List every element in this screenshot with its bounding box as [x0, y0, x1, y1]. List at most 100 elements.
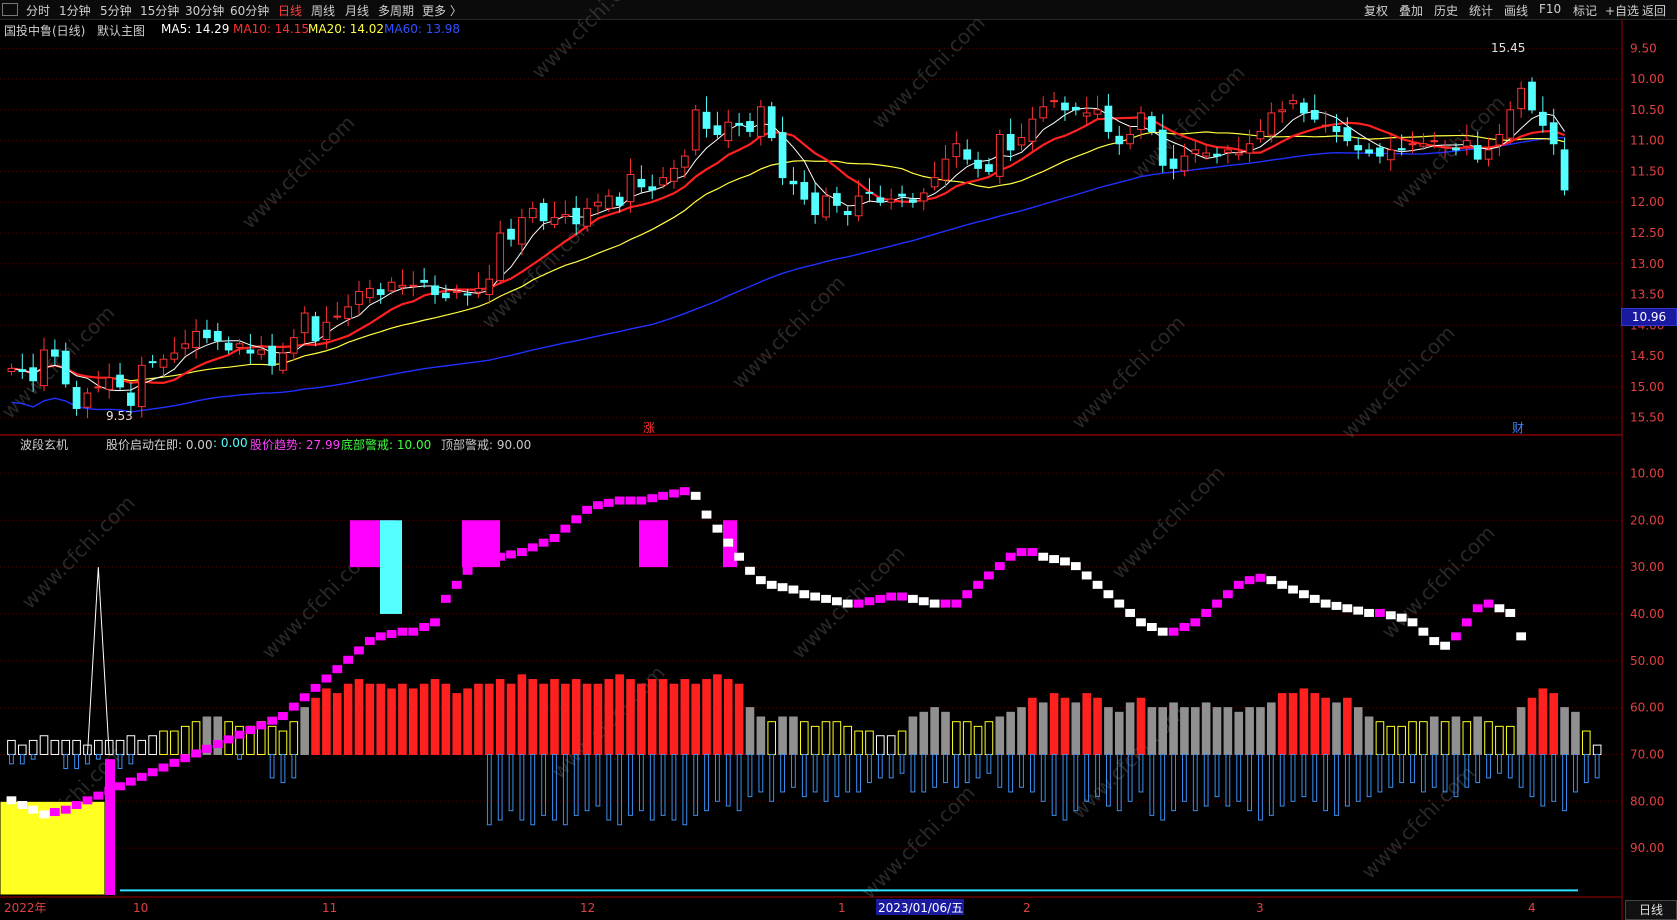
volume-bar [506, 683, 516, 755]
candle-body [1278, 109, 1287, 113]
negative-bar [291, 753, 297, 779]
trend-step [278, 712, 288, 720]
trend-step [234, 730, 245, 739]
trend-step [1407, 618, 1418, 627]
negative-bar [1583, 753, 1589, 784]
volume-bar [332, 693, 342, 755]
trend-step [864, 597, 875, 606]
volume-bar [365, 683, 375, 755]
trend-step [147, 768, 158, 777]
ma5-legend: MA5: 14.29 [161, 22, 230, 36]
volume-bar [495, 679, 505, 755]
candle-body [572, 207, 581, 225]
trend-step [1212, 599, 1222, 608]
watermark-text: www.cfchi.com [857, 781, 980, 904]
y-tick-label: 20.00 [1630, 513, 1664, 527]
signal-block [639, 520, 668, 568]
trend-step [831, 597, 842, 606]
negative-bar [649, 753, 655, 821]
trend-step [440, 594, 451, 603]
moving-averages [11, 107, 1565, 413]
volume-bar [854, 730, 863, 755]
candle-body [930, 177, 939, 188]
indicator-value-5: 顶部警戒: 90.00 [441, 438, 532, 452]
y-tick-label: 40.00 [1630, 607, 1664, 621]
volume-bar [1017, 707, 1026, 755]
volume-bar [962, 721, 972, 755]
trend-step [853, 599, 864, 608]
candle-body [1093, 109, 1102, 115]
candle-body [952, 143, 961, 158]
volume-bar [1104, 707, 1113, 755]
negative-bar [1410, 753, 1415, 784]
trend-step [745, 566, 755, 575]
candle-body [713, 125, 722, 135]
volume-bar [832, 721, 842, 755]
volume-bar [756, 716, 766, 755]
trend-step [343, 655, 354, 664]
trend-step [49, 808, 60, 817]
volume-bar [311, 697, 320, 755]
watermark-text: www.cfchi.com [17, 491, 140, 614]
negative-bar [1062, 753, 1068, 821]
candle-body [659, 177, 667, 186]
y-tick-label: 13.00 [1630, 257, 1664, 271]
trend-step [1472, 604, 1483, 613]
negative-bar [867, 753, 872, 784]
trend-step [288, 702, 299, 711]
candle-body [1137, 112, 1145, 131]
negative-bar [769, 753, 775, 802]
negative-bar [128, 753, 134, 765]
candle-body [496, 232, 505, 281]
trend-step [1103, 590, 1114, 599]
trend-step [712, 524, 723, 533]
volume-bar [1353, 707, 1363, 755]
indicator-name[interactable]: 波段玄机 [20, 436, 68, 453]
candle-body [1560, 149, 1569, 191]
negative-bar [486, 753, 492, 826]
trend-step [1233, 580, 1244, 589]
trend-step [723, 538, 734, 547]
trend-step [1396, 613, 1407, 622]
trend-step [908, 594, 918, 603]
indicator-value-2: : 0.00 [213, 436, 248, 450]
trend-step [1320, 599, 1331, 608]
volume-bar [408, 688, 418, 755]
chart-canvas[interactable]: www.cfchi.com www.cfchi.com www.cfchi.com w… [0, 0, 1677, 920]
period-tab-bottom[interactable]: 日线 [1625, 900, 1677, 920]
negative-bar [1247, 753, 1252, 812]
template-label[interactable]: 默认主图 [97, 22, 145, 39]
trend-step [1049, 555, 1059, 564]
negative-bar [888, 753, 894, 779]
marker-zhang: 涨 [643, 421, 656, 435]
candle-body [431, 285, 439, 296]
volume-bar [1125, 702, 1135, 755]
trend-step [1070, 562, 1081, 571]
volume-bar [148, 735, 157, 755]
volume-bar [1201, 702, 1211, 755]
date-label: 12 [580, 901, 595, 915]
volume-bar [1560, 707, 1569, 755]
candle-body [246, 349, 255, 354]
candle-body [105, 377, 114, 390]
volume-bar [1256, 707, 1265, 755]
volume-bar [180, 725, 190, 755]
candle-body [735, 122, 743, 126]
high-annotation: 15.45 [1491, 41, 1526, 55]
volume-bar [1082, 693, 1091, 755]
negative-bar [1225, 753, 1231, 807]
trend-step [1005, 552, 1016, 561]
volume-bar [1093, 697, 1102, 755]
candle-body [181, 343, 190, 349]
negative-bar [801, 753, 807, 798]
trend-step [755, 576, 766, 585]
trend-step [1081, 571, 1092, 580]
trend-step [821, 594, 831, 603]
trend-step [517, 548, 527, 557]
trend-step [973, 580, 983, 589]
trend-step [679, 487, 690, 496]
volume-bar [94, 739, 103, 755]
y-tick-label: 11.50 [1630, 164, 1664, 178]
candle-body [789, 180, 798, 185]
candle-body [1191, 149, 1200, 155]
